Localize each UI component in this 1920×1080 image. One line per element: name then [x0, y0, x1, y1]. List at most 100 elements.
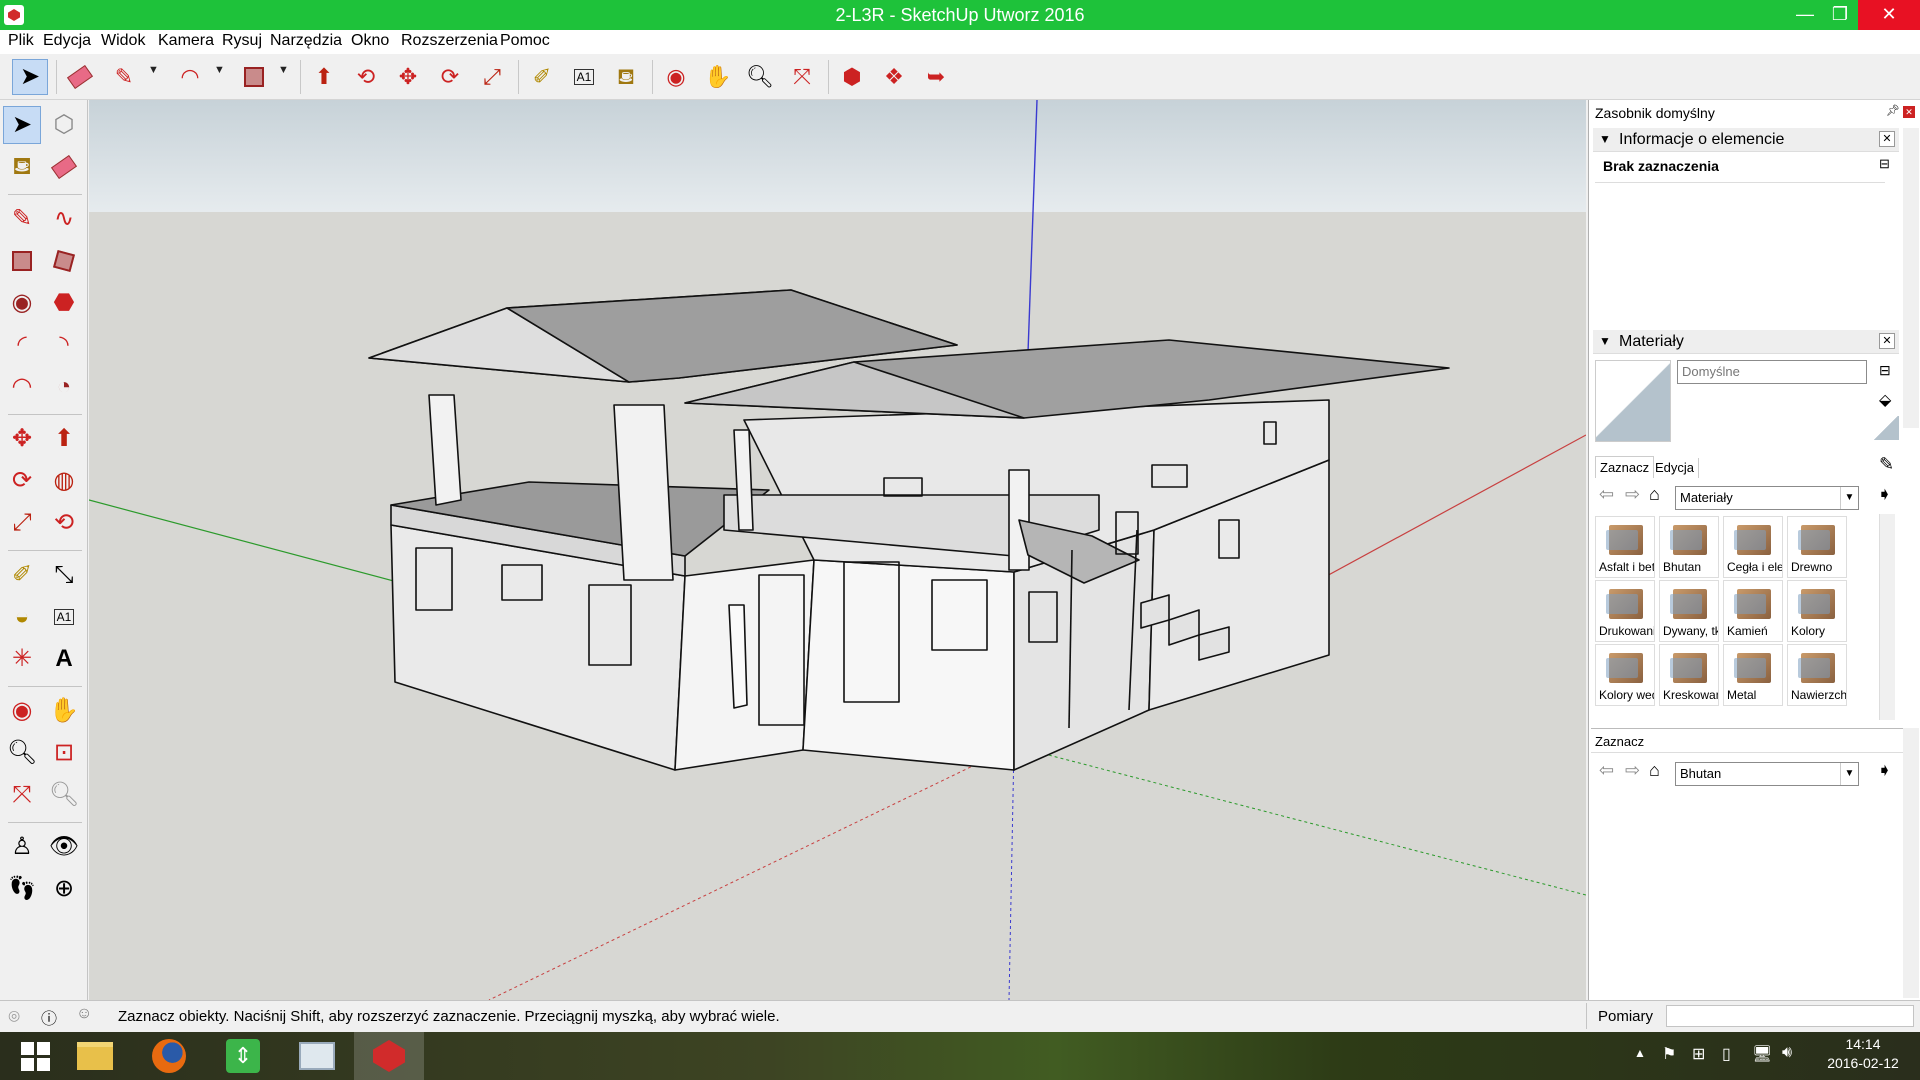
arc-tool-button[interactable]: ◠	[172, 59, 208, 95]
freehand-tool-button[interactable]: ∿	[45, 200, 83, 238]
user-icon[interactable]: ☺	[76, 1005, 92, 1023]
taskbar-firefox[interactable]	[134, 1032, 204, 1080]
warehouse-tool-button[interactable]: ⬢	[834, 59, 870, 95]
taskbar-photo-viewer[interactable]	[282, 1032, 352, 1080]
info-icon[interactable]: ⓘ	[41, 1005, 57, 1029]
action-center-icon[interactable]: ⚑	[1662, 1044, 1676, 1064]
material-item[interactable]: Cegła i elewacja	[1723, 516, 1783, 578]
back-arrow-icon[interactable]: ⇦	[1599, 484, 1614, 505]
pan-tool-button[interactable]: ✋	[45, 692, 83, 730]
material-item[interactable]: Metal	[1723, 644, 1783, 706]
axes-tool-button[interactable]: ✳	[3, 640, 41, 678]
3d-viewport[interactable]	[89, 100, 1586, 1000]
show-hidden-icons-icon[interactable]: ▲	[1634, 1046, 1646, 1060]
clock[interactable]: 14:14 2016-02-12	[1818, 1036, 1908, 1071]
three-point-arc-button[interactable]: ◠	[3, 368, 41, 406]
pie-tool-button[interactable]: ◔	[45, 368, 83, 406]
pencil-tool-button[interactable]: ✎	[106, 59, 142, 95]
material-item[interactable]: Bhutan	[1659, 516, 1719, 578]
display-secondary-icon[interactable]: ⊟	[1879, 362, 1891, 379]
close-icon[interactable]: ✕	[1858, 0, 1920, 30]
position-camera-button[interactable]: ♙	[3, 828, 41, 866]
material-item[interactable]: Kolory	[1787, 580, 1847, 642]
entity-info-header[interactable]: ▼ Informacje o elemencie ✕	[1593, 128, 1899, 152]
extension-warehouse-tool-button[interactable]: ❖	[876, 59, 912, 95]
power-icon[interactable]: ▯	[1722, 1044, 1731, 1064]
geolocation-icon[interactable]: ◎	[8, 1007, 20, 1024]
menu-kamera[interactable]: Kamera	[158, 32, 214, 50]
text-tool-button[interactable]: A1	[45, 598, 83, 636]
panel-scrollbar[interactable]	[1903, 728, 1919, 998]
menu-pomoc[interactable]: Pomoc	[500, 32, 550, 50]
measurements-input[interactable]	[1666, 1005, 1914, 1027]
panel-scrollbar[interactable]	[1903, 128, 1919, 428]
home-icon[interactable]: ⌂	[1649, 484, 1660, 505]
network-icon[interactable]: 🖥︎	[1752, 1044, 1772, 1064]
material-item[interactable]: Asfalt i beton	[1595, 516, 1655, 578]
forward-arrow-icon[interactable]: ⇨	[1625, 760, 1640, 781]
push-pull-tool-button[interactable]: ⬆	[306, 59, 342, 95]
offset-tool-button[interactable]: ⟲	[348, 59, 384, 95]
material-item[interactable]: Kolory według nazw	[1595, 644, 1655, 706]
pan-tool-button[interactable]: ✋	[700, 59, 736, 95]
offset-tool-button[interactable]: ⟲	[45, 504, 83, 542]
material-item[interactable]: Drukowanie	[1595, 580, 1655, 642]
select-tool-button[interactable]: ➤	[12, 59, 48, 95]
menu-widok[interactable]: Widok	[101, 32, 145, 50]
protractor-button[interactable]: ◒	[3, 598, 41, 636]
rotated-rectangle-button[interactable]	[45, 242, 83, 280]
create-material-icon[interactable]: ⬙	[1879, 390, 1891, 410]
arc-tool-button[interactable]: ◜	[3, 326, 41, 364]
forward-arrow-icon[interactable]: ⇨	[1625, 484, 1640, 505]
scale-tool-button[interactable]: ⤢	[3, 504, 41, 542]
menu-plik[interactable]: Plik	[8, 32, 34, 50]
arc-dropdown-arrow-icon[interactable]: ▼	[214, 64, 225, 76]
look-around-button[interactable]: 👁︎	[45, 828, 83, 866]
two-point-arc-button[interactable]: ◝	[45, 326, 83, 364]
dimension-tool-button[interactable]: ⤡	[45, 556, 83, 594]
sample-paint-icon[interactable]: ✎	[1879, 454, 1894, 475]
scale-tool-button[interactable]: ⤢	[474, 59, 510, 95]
volume-icon[interactable]: 🔊︎	[1782, 1044, 1792, 1062]
zoom-extents-button[interactable]: ⤧	[3, 776, 41, 814]
menu-edycja[interactable]: Edycja	[43, 32, 91, 50]
menu-narzedzia[interactable]: Narzędzia	[270, 32, 342, 50]
collapse-triangle-icon[interactable]: ▼	[1599, 132, 1611, 146]
line-tool-button[interactable]: ✎	[3, 200, 41, 238]
tape-measure-button[interactable]: ✐	[3, 556, 41, 594]
paint-bucket-tool-button[interactable]: ⛾	[608, 59, 644, 95]
secondary-library-dropdown[interactable]: Bhutan ▼	[1675, 762, 1859, 786]
tab-edycja[interactable]: Edycja	[1651, 458, 1700, 478]
pin-icon[interactable]: 📌︎	[1886, 104, 1900, 117]
rotate-tool-button[interactable]: ⟳	[3, 462, 41, 500]
material-item[interactable]: Kamień	[1723, 580, 1783, 642]
text-tool-button[interactable]: A1	[566, 59, 602, 95]
follow-me-button[interactable]: ◍	[45, 462, 83, 500]
pencil-dropdown-arrow-icon[interactable]: ▼	[148, 64, 159, 76]
make-component-button[interactable]: ⬡	[45, 106, 83, 144]
material-item[interactable]: Drewno	[1787, 516, 1847, 578]
materials-grid-scrollbar[interactable]	[1879, 514, 1895, 720]
move-tool-button[interactable]: ✥	[3, 420, 41, 458]
home-icon[interactable]: ⌂	[1649, 760, 1660, 781]
tape-measure-tool-button[interactable]: ✐	[524, 59, 560, 95]
previous-view-button[interactable]: 🔍︎	[45, 776, 83, 814]
collapse-triangle-icon[interactable]: ▼	[1599, 334, 1611, 348]
material-name-field[interactable]: Domyślne	[1677, 360, 1867, 384]
orbit-tool-button[interactable]: ◉	[658, 59, 694, 95]
back-arrow-icon[interactable]: ⇦	[1599, 760, 1614, 781]
select-tool-button[interactable]: ➤	[3, 106, 41, 144]
orbit-tool-button[interactable]: ◉	[3, 692, 41, 730]
entity-info-close-icon[interactable]: ✕	[1879, 131, 1895, 147]
section-plane-button[interactable]: ⊕	[45, 870, 83, 908]
rotate-tool-button[interactable]: ⟳	[432, 59, 468, 95]
material-item[interactable]: Kreskowanie	[1659, 644, 1719, 706]
rectangle-tool-button[interactable]	[236, 59, 272, 95]
materials-header[interactable]: ▼ Materiały ✕	[1593, 330, 1899, 354]
zoom-extents-tool-button[interactable]: ⤧	[784, 59, 820, 95]
eraser-tool-button[interactable]	[62, 59, 98, 95]
menu-rozszerzenia[interactable]: Rozszerzenia	[401, 32, 498, 50]
tab-zaznacz[interactable]: Zaznacz	[1595, 456, 1655, 478]
menu-rysuj[interactable]: Rysuj	[222, 32, 262, 50]
tray-close-icon[interactable]: ✕	[1903, 106, 1915, 118]
